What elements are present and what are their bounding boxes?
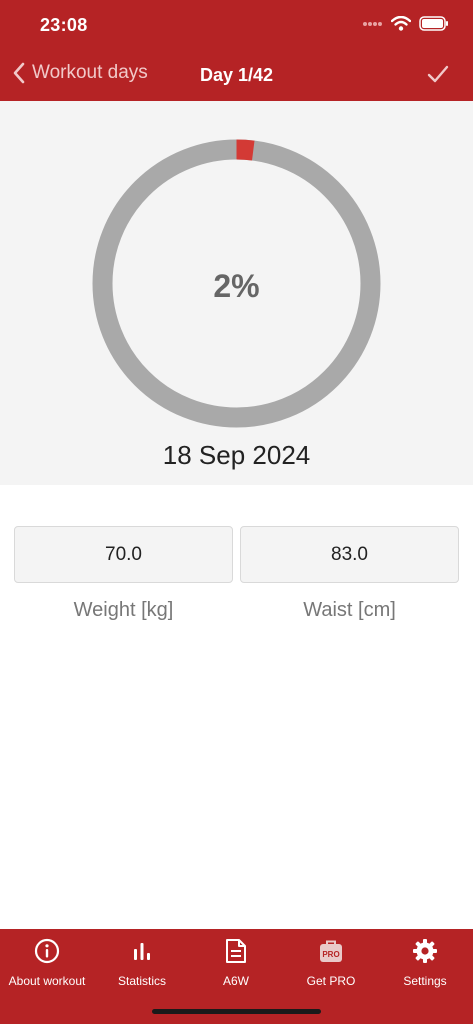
done-button[interactable] xyxy=(427,64,449,89)
info-icon xyxy=(34,938,60,964)
svg-text:PRO: PRO xyxy=(322,950,339,959)
tab-a6w[interactable]: A6W xyxy=(189,937,283,997)
tab-label: Statistics xyxy=(117,974,166,988)
checkmark-icon xyxy=(427,65,449,83)
tab-label: About workout xyxy=(8,974,86,988)
status-bar: 23:08 xyxy=(0,0,473,52)
battery-icon xyxy=(419,16,448,31)
status-icons xyxy=(363,16,449,31)
wifi-icon xyxy=(391,16,411,31)
waist-label: Waist [cm] xyxy=(303,599,396,621)
waist-field[interactable]: 83.0 xyxy=(240,526,459,583)
weight-field[interactable]: 70.0 xyxy=(14,526,233,583)
status-time: 23:08 xyxy=(40,15,88,35)
tab-settings[interactable]: Settings xyxy=(378,937,472,997)
page-title: Day 1/42 xyxy=(199,65,274,85)
workout-date: 18 Sep 2024 xyxy=(162,440,311,470)
navigation-bar: Workout days Day 1/42 xyxy=(0,52,473,101)
tab-statistics[interactable]: Statistics xyxy=(95,937,189,997)
tab-label: Settings xyxy=(403,974,447,988)
home-indicator xyxy=(152,1009,321,1014)
progress-panel: 2% 18 Sep 2024 xyxy=(0,101,473,485)
gear-icon xyxy=(413,939,437,963)
document-icon xyxy=(226,939,246,963)
pro-bag-icon: PRO xyxy=(320,940,342,962)
tab-get-pro[interactable]: PRO Get PRO xyxy=(284,937,378,997)
cellular-signal-icon xyxy=(363,21,382,26)
bar-chart-icon xyxy=(134,943,150,960)
tab-about-workout[interactable]: About workout xyxy=(0,937,94,997)
weight-label: Weight [kg] xyxy=(73,599,174,621)
tab-label: A6W xyxy=(222,974,249,988)
progress-percent: 2% xyxy=(213,268,260,304)
tab-label: Get PRO xyxy=(306,974,356,988)
